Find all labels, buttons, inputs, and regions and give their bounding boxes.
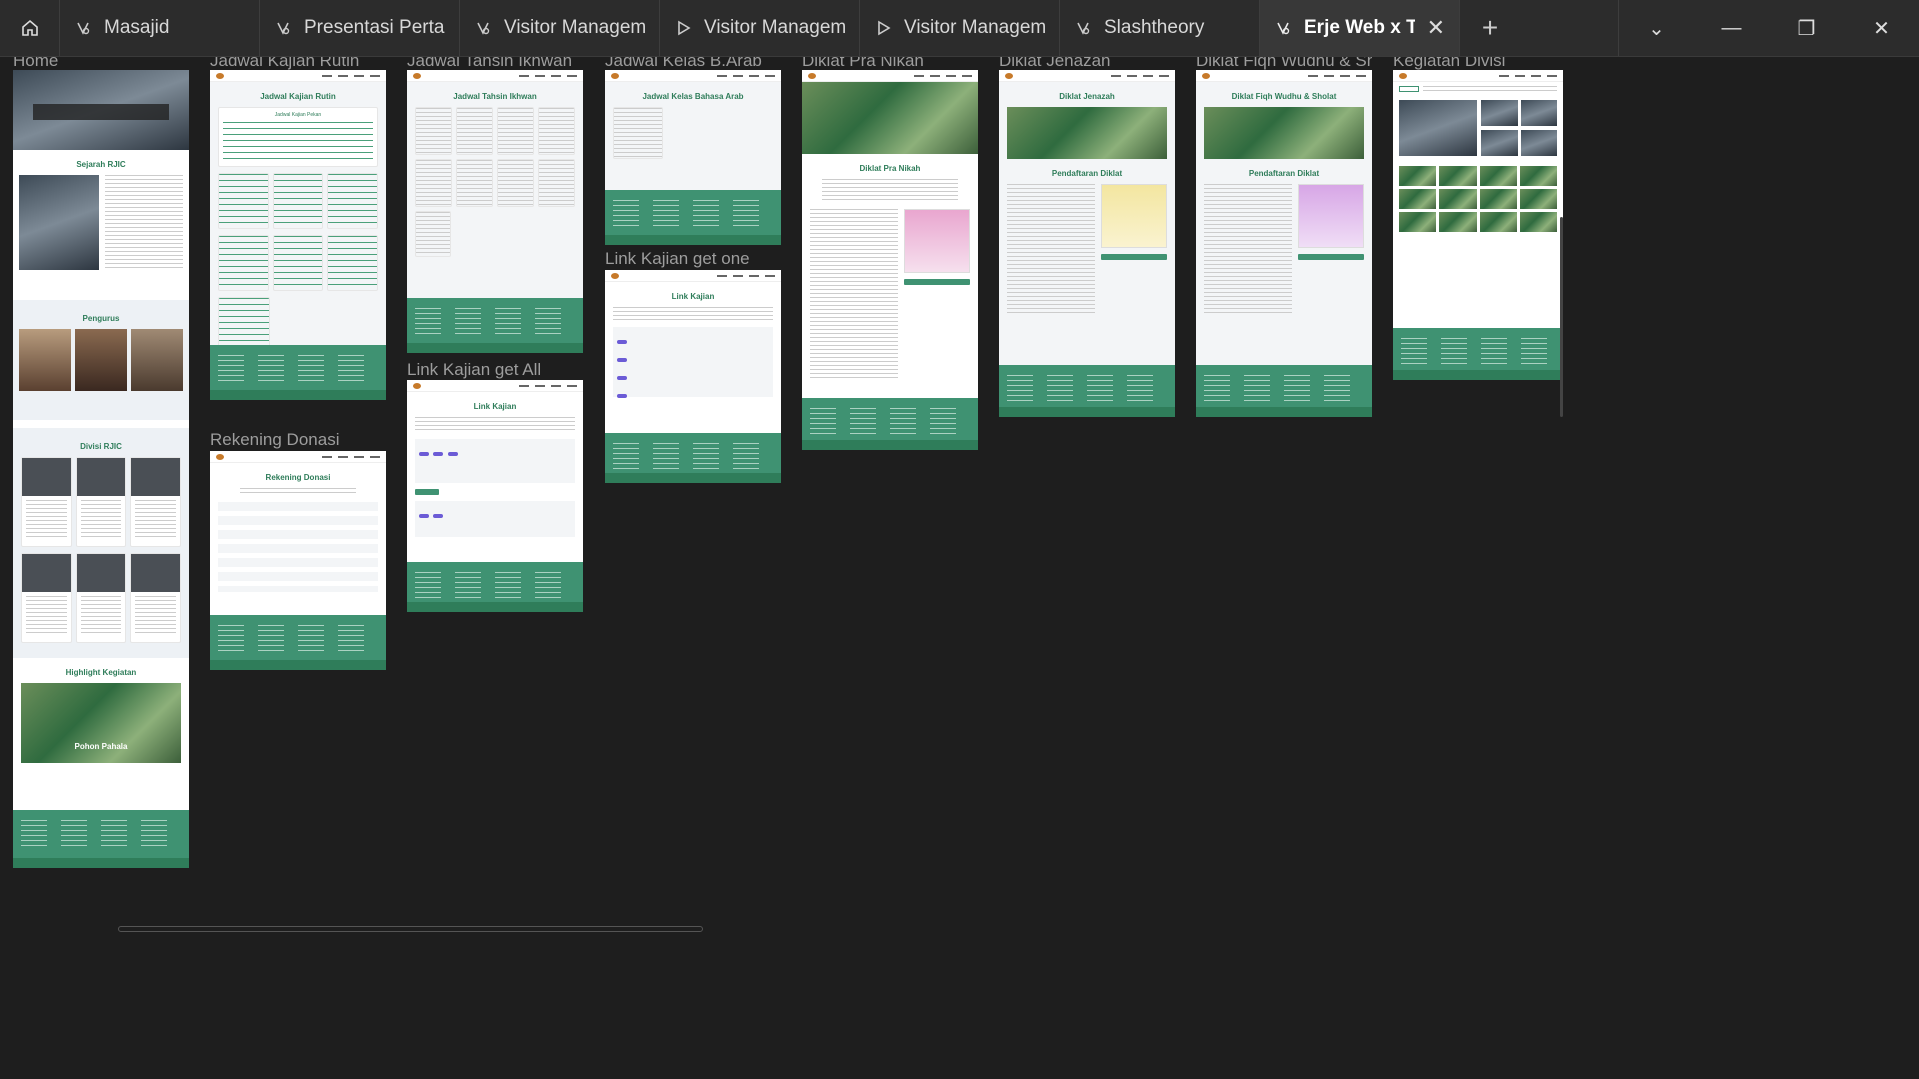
tab-label: Erje Web x T (1304, 17, 1415, 38)
divisi-featured-image (1399, 100, 1477, 156)
tab-bar: Masajid Presentasi Perta Visitor Managem… (0, 0, 1919, 57)
pengurus-title: Pengurus (82, 314, 120, 323)
hero-image (13, 70, 189, 150)
tab-erje-web[interactable]: Erje Web x T ✕ (1260, 0, 1460, 56)
frame-link-one[interactable]: Link Kajian (605, 270, 781, 483)
frame-label-tahsin[interactable]: Jadwal Tahsin Ikhwan (407, 57, 572, 71)
frame-label-pra-nikah[interactable]: Diklat Pra Nikah (802, 57, 924, 71)
vertical-scrollbar[interactable] (1560, 217, 1563, 417)
frame-label-link-one[interactable]: Link Kajian get one (605, 249, 750, 269)
jenazah-poster (1101, 184, 1167, 248)
kajian-rutin-title: Jadwal Kajian Rutin (260, 92, 336, 101)
tab-label: Visitor Managem (704, 17, 845, 38)
sejarah-text (105, 175, 183, 270)
highlight-caption: Pohon Pahala (74, 742, 128, 751)
jenazah-banner (1007, 107, 1167, 159)
play-icon (878, 20, 891, 36)
fiqh-form-title: Pendaftaran Diklat (1248, 169, 1320, 178)
pra-nikah-title: Diklat Pra Nikah (859, 164, 921, 173)
new-tab-button[interactable]: + (1460, 0, 1520, 56)
frame-kelas-arab[interactable]: Jadwal Kelas Bahasa Arab (605, 70, 781, 245)
fiqh-banner (1204, 107, 1364, 159)
tab-label: Slashtheory (1104, 17, 1205, 38)
tab-slashtheory[interactable]: Slashtheory (1060, 0, 1260, 56)
fiqh-poster (1298, 184, 1364, 248)
fiqh-title: Diklat Fiqh Wudhu & Sholat (1231, 92, 1337, 101)
tab-masajid[interactable]: Masajid (60, 0, 260, 56)
pengurus-photo (131, 329, 183, 391)
frame-link-all[interactable]: Link Kajian (407, 380, 583, 612)
pra-nikah-banner (802, 82, 978, 154)
frame-jenazah[interactable]: Diklat Jenazah Pendaftaran Diklat (999, 70, 1175, 417)
sejarah-image (19, 175, 99, 270)
frame-label-jenazah[interactable]: Diklat Jenazah (999, 57, 1111, 71)
frame-divisi[interactable] (1393, 70, 1563, 380)
highlight-carousel[interactable]: Pohon Pahala (21, 683, 181, 763)
kajian-subtitle: Jadwal Kajian Pekan (274, 112, 322, 118)
jenazah-form-title: Pendaftaran Diklat (1051, 169, 1123, 178)
frame-label-link-all[interactable]: Link Kajian get All (407, 360, 541, 380)
minimize-icon[interactable]: — (1694, 0, 1769, 56)
frame-label-home[interactable]: Home (13, 57, 58, 71)
figma-icon (477, 22, 490, 35)
close-window-icon[interactable]: ✕ (1844, 0, 1919, 56)
sejarah-title: Sejarah RJIC (76, 160, 126, 169)
home-icon (21, 19, 38, 36)
frame-home[interactable]: Sejarah RJIC Pengurus Divisi RJIC Highli… (13, 70, 189, 868)
design-canvas[interactable]: Home Sejarah RJIC Pengurus Divisi RJIC H… (0, 57, 1919, 1079)
tab-spacer (1520, 0, 1619, 56)
restore-icon[interactable]: ❐ (1769, 0, 1844, 56)
figma-icon (1277, 22, 1290, 35)
figma-icon (77, 22, 90, 35)
home-tab[interactable] (0, 0, 60, 56)
frame-label-rekening[interactable]: Rekening Donasi (210, 430, 339, 450)
tab-label: Presentasi Perta (304, 17, 445, 38)
tab-visitor-3[interactable]: Visitor Managem (860, 0, 1060, 56)
frame-fiqh[interactable]: Diklat Fiqh Wudhu & Sholat Pendaftaran D… (1196, 70, 1372, 417)
pengurus-photo (19, 329, 71, 391)
link-one-title: Link Kajian (671, 292, 715, 301)
tab-visitor-2[interactable]: Visitor Managem (660, 0, 860, 56)
frame-pra-nikah[interactable]: Diklat Pra Nikah (802, 70, 978, 450)
tab-label: Masajid (104, 17, 170, 38)
pengurus-photo (75, 329, 127, 391)
figma-icon (1077, 22, 1090, 35)
pra-nikah-poster (904, 209, 970, 273)
frame-label-kajian-rutin[interactable]: Jadwal Kajian Rutin (210, 57, 359, 71)
tab-label: Visitor Managem (504, 17, 645, 38)
rekening-title: Rekening Donasi (265, 473, 331, 482)
close-tab-icon[interactable]: ✕ (1427, 15, 1445, 41)
figma-icon (277, 22, 290, 35)
frame-tahsin[interactable]: Jadwal Tahsin Ikhwan (407, 70, 583, 353)
tahsin-title: Jadwal Tahsin Ikhwan (453, 92, 537, 101)
play-icon (678, 20, 691, 36)
horizontal-scrollbar[interactable] (118, 926, 703, 932)
frame-label-kelas-arab[interactable]: Jadwal Kelas B.Arab (605, 57, 762, 71)
frame-rekening[interactable]: Rekening Donasi (210, 451, 386, 670)
frame-label-fiqh[interactable]: Diklat Fiqh Wudhu & Sho... (1196, 57, 1372, 71)
divisi-title: Divisi RJIC (80, 442, 122, 451)
tab-label: Visitor Managem (904, 17, 1045, 38)
chevron-down-icon[interactable]: ⌄ (1619, 0, 1694, 56)
frame-kajian-rutin[interactable]: Jadwal Kajian Rutin Jadwal Kajian Pekan (210, 70, 386, 400)
jenazah-title: Diklat Jenazah (1059, 92, 1115, 101)
kelas-arab-title: Jadwal Kelas Bahasa Arab (642, 92, 744, 101)
highlight-title: Highlight Kegiatan (65, 668, 137, 677)
tab-visitor-1[interactable]: Visitor Managem (460, 0, 660, 56)
tab-presentasi[interactable]: Presentasi Perta (260, 0, 460, 56)
link-all-title: Link Kajian (473, 402, 517, 411)
frame-label-divisi[interactable]: Kegiatan Divisi (1393, 57, 1505, 71)
